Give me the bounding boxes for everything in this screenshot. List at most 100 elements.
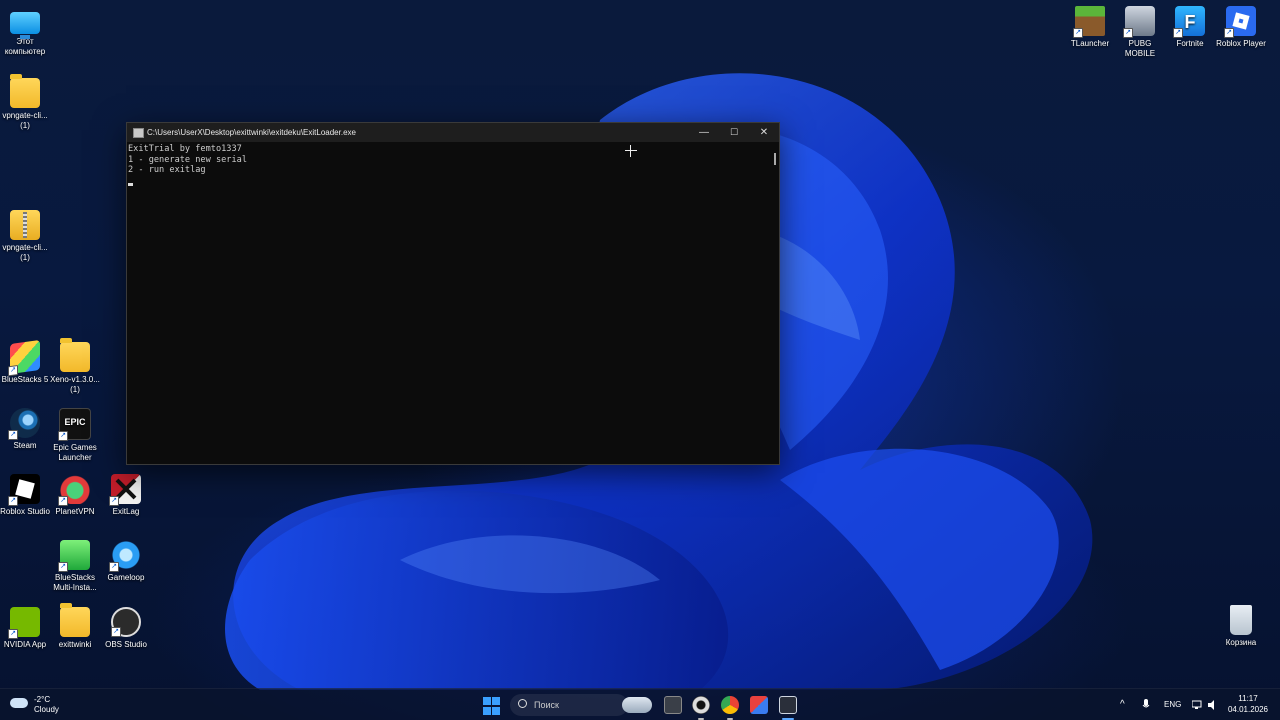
console-app-icon bbox=[133, 128, 144, 138]
folder-icon bbox=[60, 338, 90, 372]
icon-label: Gameloop bbox=[107, 573, 145, 582]
recycle-bin-icon bbox=[1230, 605, 1252, 635]
text-cursor bbox=[128, 182, 133, 186]
tlauncher-shortcut[interactable]: ↗ TLauncher bbox=[1065, 6, 1115, 49]
language-indicator[interactable]: ENG bbox=[1164, 689, 1181, 720]
roblox-studio-icon: ↗ bbox=[8, 474, 40, 506]
console-output[interactable]: ExitTrial by femto1337 1 - generate new … bbox=[127, 144, 771, 464]
chrome-icon[interactable] bbox=[721, 696, 739, 714]
microphone-icon[interactable] bbox=[1142, 689, 1150, 720]
network-icon[interactable] bbox=[1191, 689, 1202, 720]
desktop: Этот компьютер vpngate-cli... (1) vpngat… bbox=[0, 0, 1280, 720]
weather-condition: Cloudy bbox=[34, 705, 59, 714]
console-line: 2 - run exitlag bbox=[128, 165, 206, 175]
roblox-studio-shortcut[interactable]: ↗ Roblox Studio bbox=[0, 474, 50, 517]
exittwinki-folder-shortcut[interactable]: exittwinki bbox=[50, 603, 100, 650]
icon-label: BlueStacks 5 bbox=[1, 375, 49, 384]
icon-label: Этот компьютер bbox=[4, 37, 46, 56]
bluestacks5-shortcut[interactable]: ↗ BlueStacks 5 bbox=[0, 339, 50, 385]
taskbar-search[interactable]: Поиск bbox=[510, 694, 628, 716]
icon-label: PUBG MOBILE bbox=[1124, 39, 1156, 58]
icon-label: exittwinki bbox=[58, 640, 92, 649]
svg-text:EPIC: EPIC bbox=[64, 417, 86, 427]
fortnite-icon: F ↗ bbox=[1173, 6, 1205, 38]
bluestacks-icon: ↗ bbox=[8, 339, 40, 377]
this-pc-shortcut[interactable]: Этот компьютер bbox=[0, 8, 50, 57]
svg-text:F: F bbox=[1185, 12, 1196, 32]
vpngate-zip-shortcut[interactable]: vpngate-cli... (1) bbox=[0, 210, 50, 263]
xeno-folder-shortcut[interactable]: Xeno-v1.3.0... (1) bbox=[50, 338, 100, 395]
maximize-button[interactable]: ☐ bbox=[719, 123, 749, 142]
clock-date: 04.01.2026 bbox=[1227, 705, 1269, 714]
console-line: ExitTrial by femto1337 bbox=[128, 144, 242, 154]
windows-logo-icon bbox=[483, 697, 491, 705]
epic-icon: EPIC ↗ bbox=[58, 408, 91, 441]
gameloop-shortcut[interactable]: ↗ Gameloop bbox=[101, 540, 151, 583]
app-grid-icon[interactable] bbox=[750, 696, 768, 714]
console-window[interactable]: C:\Users\UserX\Desktop\exittwinki\exitde… bbox=[126, 122, 780, 465]
cloud-icon bbox=[10, 698, 28, 708]
volume-icon[interactable] bbox=[1208, 689, 1218, 720]
epic-games-shortcut[interactable]: EPIC ↗ Epic Games Launcher bbox=[50, 408, 100, 463]
start-button[interactable] bbox=[483, 697, 501, 715]
fortnite-shortcut[interactable]: F ↗ Fortnite bbox=[1165, 6, 1215, 49]
folder-icon bbox=[60, 603, 90, 637]
roblox-icon: ↗ bbox=[1224, 6, 1256, 38]
search-highlight-icon[interactable] bbox=[622, 697, 652, 713]
taskbar: -2°C Cloudy Поиск ^ ENG 11:17 04.01.2026 bbox=[0, 688, 1280, 720]
icon-label: TLauncher bbox=[1070, 39, 1110, 48]
icon-label: Xeno-v1.3.0... (1) bbox=[50, 375, 100, 394]
obs-icon: ↗ bbox=[111, 607, 141, 637]
bluestacks-multi-shortcut[interactable]: ↗ BlueStacks Multi-Insta... bbox=[50, 540, 100, 593]
bluestacks-multi-icon: ↗ bbox=[58, 540, 90, 572]
icon-label: OBS Studio bbox=[105, 640, 147, 649]
folder-icon bbox=[10, 74, 40, 108]
task-view-icon[interactable] bbox=[664, 696, 682, 714]
icon-label: Epic Games Launcher bbox=[53, 443, 97, 462]
nvidia-icon: ↗ bbox=[8, 607, 40, 639]
zip-folder-icon bbox=[10, 210, 40, 240]
icon-label: Fortnite bbox=[1176, 39, 1204, 48]
search-placeholder: Поиск bbox=[534, 700, 559, 710]
pubg-mobile-shortcut[interactable]: ↗ PUBG MOBILE bbox=[1115, 6, 1165, 59]
icon-label: PlanetVPN bbox=[55, 507, 95, 516]
obs-studio-shortcut[interactable]: ↗ OBS Studio bbox=[101, 607, 151, 650]
search-icon bbox=[518, 699, 527, 708]
roblox-player-shortcut[interactable]: ↗ Roblox Player bbox=[1216, 6, 1266, 49]
exitlag-shortcut[interactable]: ↗ ExitLag bbox=[101, 474, 151, 517]
terminal-taskbar-icon[interactable] bbox=[779, 696, 797, 714]
minecraft-block-icon: ↗ bbox=[1073, 6, 1105, 38]
system-clock[interactable]: 11:17 04.01.2026 bbox=[1226, 693, 1270, 715]
icon-label: BlueStacks Multi-Insta... bbox=[53, 573, 97, 592]
window-titlebar[interactable]: C:\Users\UserX\Desktop\exittwinki\exitde… bbox=[127, 123, 779, 142]
monitor-icon bbox=[10, 12, 40, 39]
exitlag-icon: ↗ bbox=[109, 474, 141, 506]
vpngate-folder-shortcut[interactable]: vpngate-cli... (1) bbox=[0, 74, 50, 131]
vertical-scrollbar[interactable] bbox=[774, 153, 776, 165]
icon-label: ExitLag bbox=[112, 507, 140, 516]
icon-label: Roblox Player bbox=[1216, 39, 1266, 48]
icon-label: NVIDIA App bbox=[3, 640, 47, 649]
tray-overflow-chevron-icon[interactable]: ^ bbox=[1120, 689, 1125, 720]
minimize-button[interactable]: — bbox=[689, 123, 719, 142]
weather-temp: -2°C bbox=[34, 695, 51, 704]
icon-label: vpngate-cli... (1) bbox=[2, 111, 48, 130]
icon-label: Steam bbox=[13, 441, 37, 450]
icon-label: Корзина bbox=[1225, 638, 1257, 647]
mouse-crosshair-icon bbox=[625, 145, 637, 157]
planetvpn-shortcut[interactable]: ↗ PlanetVPN bbox=[50, 474, 100, 517]
pubg-icon: ↗ bbox=[1123, 6, 1155, 38]
gameloop-icon: ↗ bbox=[109, 540, 141, 572]
recycle-bin-shortcut[interactable]: Корзина bbox=[1216, 605, 1266, 648]
steam-icon: ↗ bbox=[8, 408, 40, 440]
nvidia-app-shortcut[interactable]: ↗ NVIDIA App bbox=[0, 607, 50, 650]
steam-shortcut[interactable]: ↗ Steam bbox=[0, 408, 50, 451]
icon-label: Roblox Studio bbox=[0, 507, 50, 516]
window-title: C:\Users\UserX\Desktop\exittwinki\exitde… bbox=[147, 128, 356, 137]
icon-label: vpngate-cli... (1) bbox=[2, 243, 48, 262]
clock-time: 11:17 bbox=[1238, 694, 1258, 703]
console-line: 1 - generate new serial bbox=[128, 154, 247, 165]
obs-taskbar-icon[interactable] bbox=[692, 696, 710, 714]
close-button[interactable]: ✕ bbox=[749, 123, 779, 142]
planetvpn-icon: ↗ bbox=[58, 474, 90, 506]
